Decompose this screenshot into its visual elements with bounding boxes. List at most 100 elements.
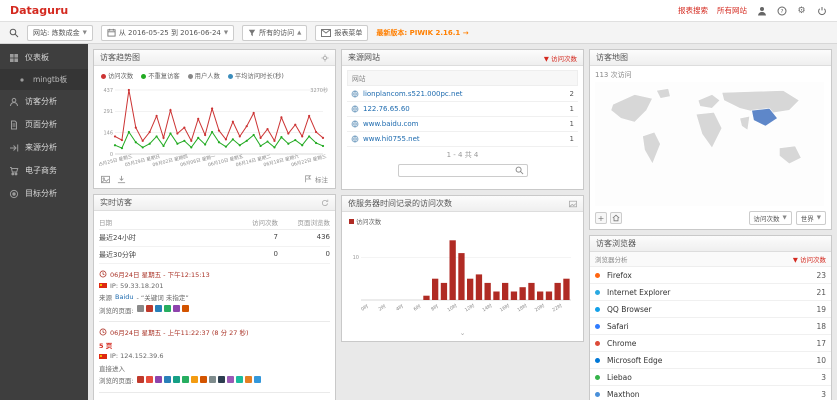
page-icon[interactable] — [245, 376, 252, 383]
table-search — [398, 164, 528, 177]
svg-text:4时: 4时 — [395, 303, 405, 313]
report-menu-button[interactable]: 报表菜单 — [315, 25, 368, 41]
site-selector[interactable]: 网站: 炼数成金 ▼ — [27, 25, 93, 41]
sidebar-item-goals[interactable]: 目标分析 — [0, 182, 88, 205]
widget-header[interactable]: 实时访客 — [94, 195, 335, 211]
browser-row[interactable]: QQ Browser19 — [590, 301, 831, 318]
referrer-row[interactable]: 122.76.65.601 — [347, 102, 578, 117]
browser-row[interactable]: Chrome17 — [590, 335, 831, 352]
page-icon[interactable] — [155, 376, 162, 383]
page-icon[interactable] — [236, 376, 243, 383]
browser-icon — [595, 324, 600, 329]
legend-item[interactable]: 平均访问时长(秒) — [228, 71, 284, 80]
table-search-input[interactable] — [402, 167, 510, 175]
widget-footer-caret[interactable]: ⌄ — [347, 328, 578, 337]
page-icon[interactable] — [173, 376, 180, 383]
brand-logo[interactable]: Dataguru — [10, 4, 68, 17]
page-icon[interactable] — [173, 305, 180, 312]
refresh-icon[interactable] — [321, 199, 329, 207]
page-icon[interactable] — [137, 376, 144, 383]
sidebar-item-visitors[interactable]: 访客分析 — [0, 90, 88, 113]
user-icon[interactable] — [756, 5, 767, 16]
nav-all-websites[interactable]: 所有网站 — [717, 5, 747, 16]
segment-selector[interactable]: 所有的访问 ▲ — [242, 25, 307, 41]
browser-row[interactable]: Firefox23 — [590, 267, 831, 284]
sidebar-item-referrers[interactable]: 来源分析 — [0, 136, 88, 159]
page-icon[interactable] — [209, 376, 216, 383]
logout-icon[interactable] — [816, 5, 827, 16]
sidebar-item-dashboard[interactable]: 仪表板 — [0, 46, 88, 69]
page-icon[interactable] — [254, 376, 261, 383]
sort-by-visits[interactable]: ▼ 访问次数 — [793, 254, 826, 264]
browser-row[interactable]: Internet Explorer21 — [590, 284, 831, 301]
date-range-selector[interactable]: 从 2016-05-25 到 2016-06-24 ▼ — [101, 25, 234, 41]
page-icon[interactable] — [182, 305, 189, 312]
browser-name: Safari — [607, 322, 629, 331]
page-icon[interactable] — [182, 376, 189, 383]
page-icon[interactable] — [146, 376, 153, 383]
widget-settings-icon[interactable] — [321, 54, 329, 62]
page-icon[interactable] — [155, 305, 162, 312]
browser-row[interactable]: Maxthon3 — [590, 386, 831, 400]
page-icon[interactable] — [200, 376, 207, 383]
page-icon[interactable] — [218, 376, 225, 383]
visit-datetime: 06月24日 星期五 - 上午11:22:37 (8 分 27 秒) — [110, 327, 249, 337]
legend-item[interactable]: 用户人数 — [188, 71, 220, 80]
browser-row[interactable]: Microsoft Edge10 — [590, 352, 831, 369]
annotations-toggle[interactable]: 标注 — [304, 174, 328, 184]
svg-text:437: 437 — [103, 88, 113, 94]
widget-title: 来源网站 — [348, 52, 380, 63]
widget-header[interactable]: 访客地图 — [590, 50, 831, 66]
sidebar-item-ecommerce[interactable]: 电子商务 — [0, 159, 88, 182]
widget-realtime: 实时访客 日期 访问次数 页面浏览数 — [93, 194, 336, 400]
sort-by-visits[interactable]: ▼ 访问次数 — [544, 53, 577, 63]
page-icon[interactable] — [164, 305, 171, 312]
export-image-icon[interactable] — [101, 175, 110, 184]
export-data-icon[interactable] — [117, 175, 126, 184]
browser-row[interactable]: Liebao3 — [590, 369, 831, 386]
browser-icon — [595, 375, 600, 380]
browser-visits: 17 — [816, 339, 826, 348]
report-menu-label: 报表菜单 — [334, 28, 362, 38]
visit-source-link[interactable]: Baidu — [115, 293, 134, 301]
sidebar-item-my-dashboard[interactable]: mingtb板 — [0, 69, 88, 90]
page-icon[interactable] — [191, 376, 198, 383]
map-zoom-in-icon[interactable]: + — [595, 212, 607, 224]
map-home-icon[interactable] — [610, 212, 622, 224]
referrer-row[interactable]: lionplancom.s521.000pc.net2 — [347, 87, 578, 102]
nav-report-search[interactable]: 报表搜索 — [678, 5, 708, 16]
legend-item[interactable]: 不重复访客 — [141, 71, 179, 80]
legend-item[interactable]: 访问次数 — [101, 71, 133, 80]
svg-text:6时: 6时 — [412, 303, 422, 313]
servertime-chart[interactable]: 100时2时4时6时8时10时12时14时16时18时20时22时 — [347, 228, 574, 326]
map-metric-select[interactable]: 访问次数▼ — [749, 211, 792, 225]
widget-header[interactable]: 访客趋势图 — [94, 50, 335, 66]
legend-item[interactable]: 访问次数 — [349, 217, 381, 226]
world-map[interactable] — [595, 82, 824, 206]
search-icon[interactable] — [515, 166, 524, 175]
search-icon[interactable] — [8, 27, 19, 38]
gear-icon[interactable]: ⚙ — [796, 5, 807, 16]
export-image-icon[interactable] — [569, 200, 577, 208]
pagination[interactable]: 1 - 4 共 4 — [347, 147, 578, 162]
browser-row[interactable]: Safari18 — [590, 318, 831, 335]
visits-chart[interactable]: 01462914373270秒05月25日 星期三05月29日 星期日06月02… — [99, 82, 330, 170]
help-icon[interactable]: ? — [776, 5, 787, 16]
sidebar: 仪表板mingtb板访客分析页面分析来源分析电子商务目标分析 — [0, 44, 88, 400]
svg-text:14时: 14时 — [481, 302, 494, 313]
widget-header[interactable]: 来源网站 ▼ 访问次数 — [342, 50, 583, 66]
referrer-row[interactable]: www.baidu.com1 — [347, 117, 578, 132]
sidebar-item-pages[interactable]: 页面分析 — [0, 113, 88, 136]
version-update-link[interactable]: 最新版本: PIWIK 2.16.1 → — [376, 28, 468, 38]
page-icon[interactable] — [227, 376, 234, 383]
page-icon[interactable] — [146, 305, 153, 312]
referrer-row[interactable]: www.hi0755.net1 — [347, 132, 578, 147]
page-icon[interactable] — [164, 376, 171, 383]
widget-header[interactable]: 访客浏览器 — [590, 236, 831, 252]
page-icon[interactable] — [137, 305, 144, 312]
browser-name: Firefox — [607, 271, 632, 280]
browser-subtab[interactable]: 浏览器分析 — [595, 254, 628, 264]
clock-icon — [99, 270, 107, 278]
widget-header[interactable]: 依服务器时间记录的访问次数 — [342, 196, 583, 212]
map-region-select[interactable]: 世界▼ — [796, 211, 826, 225]
